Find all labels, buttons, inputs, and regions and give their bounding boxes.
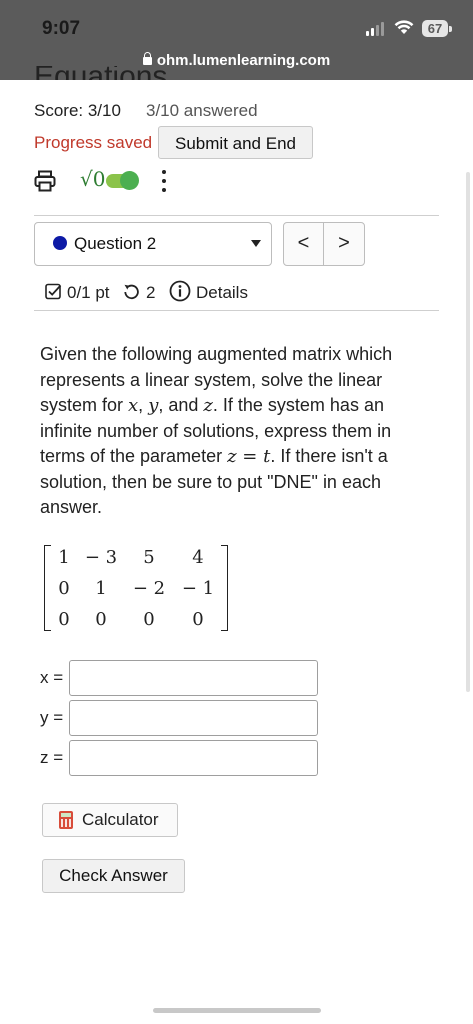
- answer-label-x: x =: [40, 668, 64, 687]
- answer-input-x[interactable]: [69, 660, 318, 696]
- answer-input-z[interactable]: [69, 740, 318, 776]
- answered-count: 3/10 answered: [146, 101, 258, 120]
- question-text: Given the following augmented matrix whi…: [40, 344, 393, 517]
- answer-label-y: y =: [40, 708, 64, 727]
- matrix-cell: − 1: [181, 578, 215, 599]
- url-text: ohm.lumenlearning.com: [156, 52, 331, 69]
- question-status-dot-icon: [53, 236, 67, 250]
- matrix-cell: 4: [192, 547, 204, 568]
- page-title-clipped: Equations: [34, 66, 167, 80]
- calculator-button-label: Calculator: [82, 810, 159, 829]
- answer-input-y[interactable]: [69, 700, 318, 736]
- matrix-cell: 0: [95, 609, 107, 630]
- next-question-button[interactable]: >: [324, 223, 364, 265]
- question-select-value: Question 2: [74, 234, 157, 253]
- battery-icon: 67: [422, 20, 448, 37]
- details-link[interactable]: Details: [196, 283, 248, 303]
- toggle-knob[interactable]: [120, 171, 139, 190]
- points-value: 0/1 pt: [67, 283, 110, 302]
- matrix-cell: 0: [58, 578, 70, 599]
- previous-question-button[interactable]: <: [284, 223, 323, 265]
- home-indicator[interactable]: [153, 1008, 321, 1013]
- info-icon[interactable]: [169, 280, 191, 302]
- lock-icon: [142, 52, 152, 65]
- matrix-cell: 5: [143, 547, 155, 568]
- battery-tip: [449, 26, 452, 32]
- wifi-icon: [394, 20, 414, 34]
- calculator-icon: [59, 811, 73, 829]
- math-parameter: z = t: [227, 446, 271, 467]
- matrix-cell: − 3: [84, 547, 118, 568]
- matrix-cell: 1: [95, 578, 107, 599]
- math-var-x: x: [128, 395, 139, 416]
- math-entry-toggle-label: √0: [80, 167, 106, 191]
- matrix-cell: − 2: [132, 578, 166, 599]
- print-icon[interactable]: [34, 170, 56, 192]
- divider: [34, 215, 439, 216]
- more-options-icon[interactable]: [160, 168, 168, 194]
- retry-icon: [124, 284, 139, 300]
- math-var-z: z: [203, 395, 213, 416]
- matrix-cell: 0: [58, 609, 70, 630]
- score-text: Score: 3/10: [34, 101, 121, 120]
- scrollbar[interactable]: [466, 172, 470, 692]
- checkbox-icon: [45, 283, 62, 300]
- math-var-y: y: [148, 395, 159, 416]
- progress-saved-status: Progress saved: [34, 133, 153, 152]
- check-answer-button[interactable]: Check Answer: [42, 859, 185, 893]
- divider: [34, 310, 439, 311]
- cellular-signal-icon: [366, 22, 386, 36]
- augmented-matrix: 1 − 3 5 4 0 1 − 2 − 1 0 0 0 0: [44, 545, 228, 631]
- status-time: 9:07: [42, 18, 81, 39]
- caret-down-icon: [251, 240, 261, 247]
- matrix-cell: 1: [58, 547, 70, 568]
- matrix-cell: 0: [192, 609, 204, 630]
- answer-label-z: z =: [40, 748, 64, 767]
- matrix-bracket-right: [221, 545, 228, 631]
- submit-and-end-button[interactable]: Submit and End: [158, 126, 313, 159]
- retries-remaining: 2: [146, 283, 156, 302]
- matrix-cell: 0: [143, 609, 155, 630]
